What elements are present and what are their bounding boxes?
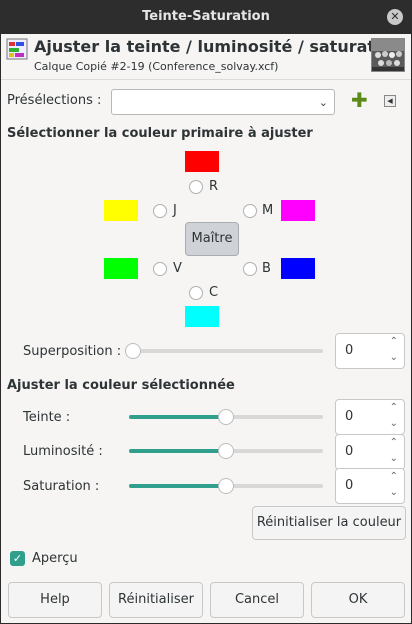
lightness-value: 0	[345, 444, 354, 459]
saturation-value: 0	[345, 478, 354, 493]
radio-cyan[interactable]	[189, 286, 203, 300]
reset-color-button[interactable]: Réinitialiser la couleur	[252, 506, 406, 540]
radio-yellow[interactable]	[153, 204, 167, 218]
spin-down-icon[interactable]: ⌄	[390, 418, 398, 429]
lightness-spinbox[interactable]: 0 ⌃ ⌄	[335, 434, 405, 470]
label-magenta: M	[262, 203, 274, 218]
label-green: V	[173, 261, 182, 276]
swatch-cyan[interactable]	[185, 306, 219, 327]
label-red: R	[209, 179, 219, 194]
hue-saturation-icon	[6, 38, 28, 60]
overlap-label: Superposition :	[23, 344, 122, 359]
saturation-slider[interactable]	[129, 476, 323, 496]
photo-thumbnail-icon	[372, 39, 404, 71]
lightness-slider[interactable]	[129, 441, 323, 461]
spin-down-icon[interactable]: ⌄	[390, 453, 398, 464]
spin-up-icon[interactable]: ⌃	[390, 437, 398, 448]
dialog-body: Ajuster la teinte / luminosité / saturat…	[1, 34, 411, 623]
spin-up-icon[interactable]: ⌃	[390, 402, 398, 413]
overlap-value: 0	[345, 343, 354, 358]
label-yellow: J	[173, 203, 177, 218]
layer-thumbnail	[371, 38, 405, 72]
overlap-spinbox[interactable]: 0 ⌃ ⌄	[335, 333, 405, 369]
radio-magenta[interactable]	[243, 204, 257, 218]
swatch-red[interactable]	[185, 151, 219, 172]
spin-down-icon[interactable]: ⌄	[390, 487, 398, 498]
label-cyan: C	[209, 285, 219, 300]
presets-menu-icon[interactable]: ◀	[384, 95, 396, 107]
primary-color-heading: Sélectionner la couleur primaire à ajust…	[7, 126, 313, 141]
help-button[interactable]: Help	[8, 582, 102, 618]
spin-up-icon[interactable]: ⌃	[390, 471, 398, 482]
layer-subtitle: Calque Copié #2-19 (Conference_solvay.xc…	[34, 60, 279, 73]
title-bar: Teinte-Saturation ✕	[0, 0, 412, 34]
presets-label: Présélections :	[7, 93, 102, 108]
presets-combo[interactable]: ⌄	[111, 89, 335, 115]
ok-button[interactable]: OK	[311, 582, 405, 618]
slider-handle[interactable]	[218, 443, 234, 459]
preview-checkbox[interactable]: ✓	[10, 551, 25, 566]
cancel-button[interactable]: Cancel	[210, 582, 304, 618]
hue-value: 0	[345, 409, 354, 424]
slider-handle[interactable]	[125, 343, 141, 359]
dialog-header: Ajuster la teinte / luminosité / saturat…	[1, 34, 411, 80]
hue-label: Teinte :	[23, 410, 71, 425]
close-icon[interactable]: ✕	[387, 9, 403, 25]
radio-green[interactable]	[153, 262, 167, 276]
lightness-label: Luminosité :	[23, 444, 103, 459]
slider-handle[interactable]	[218, 409, 234, 425]
reset-button[interactable]: Réinitialiser	[109, 582, 203, 618]
adjust-heading: Ajuster la couleur sélectionnée	[7, 378, 235, 393]
saturation-label: Saturation :	[23, 479, 100, 494]
add-preset-icon[interactable]: ✚	[351, 90, 368, 110]
hue-slider[interactable]	[129, 407, 323, 427]
hue-spinbox[interactable]: 0 ⌃ ⌄	[335, 399, 405, 435]
spin-up-icon[interactable]: ⌃	[390, 336, 398, 347]
overlap-slider[interactable]	[125, 341, 323, 361]
chevron-down-icon: ⌄	[318, 96, 328, 109]
spin-down-icon[interactable]: ⌄	[390, 352, 398, 363]
preview-label: Aperçu	[32, 551, 78, 566]
dialog-heading: Ajuster la teinte / luminosité / saturat…	[34, 37, 403, 56]
label-blue: B	[262, 261, 271, 276]
radio-red[interactable]	[189, 180, 203, 194]
slider-handle[interactable]	[218, 478, 234, 494]
radio-blue[interactable]	[243, 262, 257, 276]
swatch-yellow[interactable]	[104, 200, 138, 221]
saturation-spinbox[interactable]: 0 ⌃ ⌄	[335, 468, 405, 504]
swatch-green[interactable]	[104, 258, 138, 279]
swatch-blue[interactable]	[281, 258, 315, 279]
swatch-magenta[interactable]	[281, 200, 315, 221]
master-button[interactable]: Maître	[185, 222, 239, 256]
window-title: Teinte-Saturation	[142, 9, 270, 24]
